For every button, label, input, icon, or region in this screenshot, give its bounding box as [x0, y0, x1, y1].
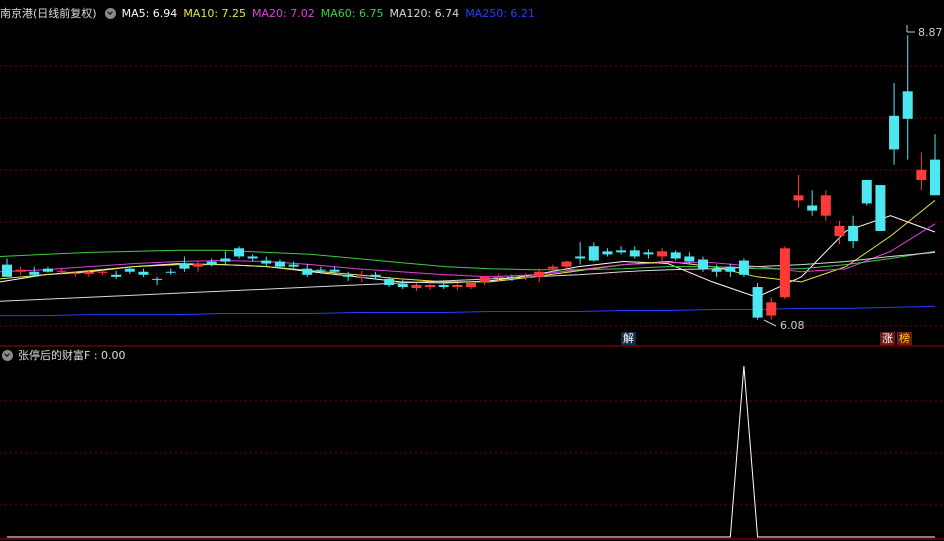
candle — [657, 248, 668, 262]
candle — [138, 268, 149, 277]
moving-average-lines — [0, 200, 936, 317]
dropdown-circle-icon[interactable] — [104, 7, 116, 19]
indicator-label: 张停后的财富F : 0.00 — [18, 349, 126, 362]
candle — [875, 185, 886, 231]
candle — [752, 282, 763, 320]
candle — [902, 35, 913, 160]
candle — [725, 263, 736, 277]
indicator-line — [7, 365, 935, 538]
candle — [452, 282, 463, 291]
candle — [179, 256, 190, 272]
candle — [206, 258, 217, 267]
candle — [302, 263, 313, 277]
candle — [766, 297, 777, 320]
candle — [343, 271, 354, 281]
candle — [807, 190, 818, 216]
candle — [820, 190, 831, 221]
candle — [930, 134, 940, 196]
ma10-line — [0, 200, 936, 283]
bang-marker[interactable]: 榜 — [897, 332, 912, 345]
candle — [588, 242, 599, 262]
ma120-line — [0, 251, 936, 302]
candle — [234, 246, 244, 259]
candle — [670, 250, 681, 261]
indicator-panel — [7, 365, 935, 538]
stock-title: 南京港(日线前复权) — [0, 7, 97, 20]
candle — [861, 180, 872, 206]
candlesticks — [2, 35, 940, 320]
candle — [629, 246, 640, 259]
candle — [793, 174, 804, 208]
ma60-label: MA60: 6.75 — [320, 6, 384, 20]
candle — [738, 258, 749, 277]
ma250-line — [0, 305, 936, 317]
candle — [42, 266, 53, 273]
candle — [261, 256, 272, 267]
ma120-label: MA120: 6.74 — [389, 6, 460, 20]
ma5-label: MA5: 6.94 — [121, 6, 178, 20]
candle — [356, 270, 367, 282]
candle — [916, 152, 927, 191]
candle — [370, 271, 381, 279]
candle — [220, 251, 231, 265]
candle — [479, 276, 490, 285]
high-price-label: 8.87 — [918, 26, 943, 39]
candle — [15, 266, 26, 275]
candle — [165, 268, 176, 275]
candle — [779, 246, 790, 300]
candle — [534, 268, 545, 282]
price-marks: 8.87 6.08 — [763, 25, 943, 332]
candle — [889, 83, 900, 165]
candle — [616, 246, 627, 255]
stock-chart[interactable]: 8.87 6.08 — [0, 0, 944, 541]
candle — [411, 282, 422, 292]
zhang-marker[interactable]: 涨 — [880, 332, 895, 345]
jie-marker[interactable]: 解 — [621, 332, 636, 345]
candle — [111, 270, 122, 279]
indicator-dropdown-icon[interactable] — [2, 349, 13, 361]
chart-grid — [0, 65, 944, 540]
indicator-header: 张停后的财富F : 0.00 — [2, 347, 126, 363]
low-arrow-line — [763, 319, 777, 327]
candle — [152, 276, 163, 285]
candle — [602, 248, 613, 257]
candle — [575, 242, 586, 265]
ma10-label: MA10: 7.25 — [183, 6, 247, 20]
candle — [2, 258, 12, 277]
candle — [247, 254, 258, 262]
ma20-label: MA20: 7.02 — [252, 6, 315, 20]
low-price-label: 6.08 — [780, 319, 805, 332]
chart-header: 南京港(日线前复权) MA5: 6.94 MA10: 7.25 MA20: 7.… — [0, 5, 541, 21]
candle — [466, 281, 476, 290]
candle — [643, 249, 654, 259]
ma250-label: MA250: 6.21 — [465, 6, 535, 20]
candle — [848, 215, 859, 249]
candle — [193, 261, 204, 272]
